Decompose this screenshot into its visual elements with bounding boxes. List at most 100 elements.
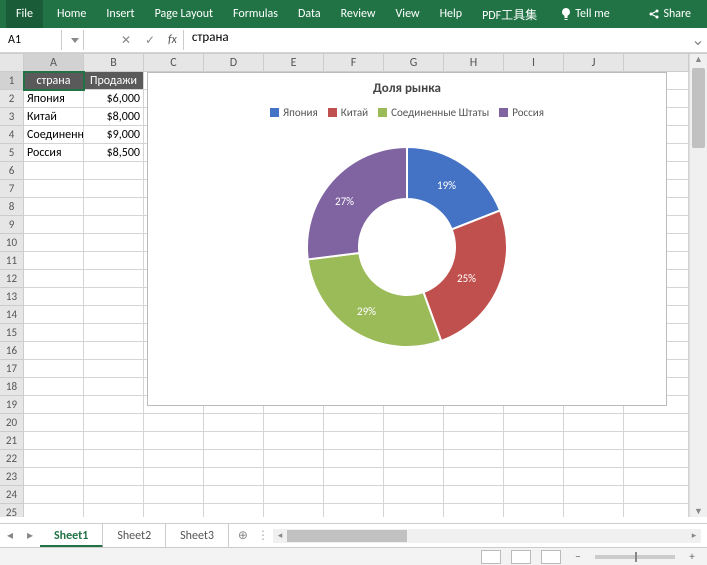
cell[interactable]	[84, 180, 144, 198]
scroll-thumb[interactable]	[287, 530, 407, 542]
cell[interactable]	[144, 450, 204, 468]
name-box-dropdown[interactable]	[66, 30, 84, 50]
cell[interactable]	[84, 504, 144, 517]
cell[interactable]	[504, 414, 564, 432]
cell[interactable]	[324, 450, 384, 468]
formula-input[interactable]: страна	[183, 30, 689, 50]
zoom-in-button[interactable]: +	[685, 550, 699, 563]
cell[interactable]	[384, 504, 444, 517]
cell[interactable]	[564, 414, 624, 432]
cell[interactable]: $9,000	[84, 126, 144, 144]
column-header[interactable]: B	[84, 54, 144, 72]
cell[interactable]	[84, 378, 144, 396]
cell[interactable]	[24, 180, 84, 198]
insert-tab[interactable]: Insert	[96, 0, 144, 28]
cell[interactable]	[84, 306, 144, 324]
sheet-nav-next[interactable]: ▸	[20, 528, 40, 543]
share-button[interactable]: Share	[635, 0, 701, 28]
sheet-tab-1[interactable]: Sheet1	[40, 524, 103, 548]
cell[interactable]	[84, 216, 144, 234]
cell[interactable]	[204, 414, 264, 432]
cell[interactable]	[324, 504, 384, 517]
cell[interactable]	[24, 378, 84, 396]
cell[interactable]	[444, 468, 504, 486]
cell[interactable]	[24, 450, 84, 468]
tab-split-handle[interactable]: ⋮	[257, 528, 267, 543]
view-tab[interactable]: View	[386, 0, 430, 28]
row-header[interactable]: 20	[0, 414, 24, 432]
home-tab[interactable]: Home	[47, 0, 96, 28]
row-header[interactable]: 25	[0, 504, 24, 517]
cell[interactable]	[24, 216, 84, 234]
column-header[interactable]: D	[204, 54, 264, 72]
row-header[interactable]: 22	[0, 450, 24, 468]
row-header[interactable]: 18	[0, 378, 24, 396]
scroll-up-icon[interactable]: ▲	[690, 54, 707, 65]
cell[interactable]	[24, 198, 84, 216]
cell[interactable]	[264, 486, 324, 504]
cell[interactable]: страна	[24, 72, 84, 90]
cell[interactable]	[144, 468, 204, 486]
cell[interactable]	[84, 324, 144, 342]
horizontal-scrollbar[interactable]: ◂ ▸	[273, 529, 701, 543]
zoom-slider[interactable]	[595, 555, 675, 559]
row-header[interactable]: 14	[0, 306, 24, 324]
cell[interactable]	[84, 252, 144, 270]
tellme-button[interactable]: Tell me	[547, 0, 620, 28]
cell[interactable]	[324, 414, 384, 432]
cell[interactable]	[24, 432, 84, 450]
cell[interactable]	[84, 162, 144, 180]
sheet-nav-prev[interactable]: ◂	[0, 528, 20, 543]
cell[interactable]	[144, 486, 204, 504]
cell[interactable]	[504, 486, 564, 504]
column-header[interactable]: J	[564, 54, 624, 72]
row-header[interactable]: 7	[0, 180, 24, 198]
cell[interactable]	[24, 234, 84, 252]
row-header[interactable]: 21	[0, 432, 24, 450]
row-header[interactable]: 10	[0, 234, 24, 252]
row-header[interactable]: 13	[0, 288, 24, 306]
row-header[interactable]: 11	[0, 252, 24, 270]
scroll-thumb[interactable]	[692, 68, 705, 148]
pdf-tools-tab[interactable]: PDF工具集	[472, 0, 547, 28]
formula-bar-expand[interactable]: ⌄	[689, 30, 707, 50]
row-header[interactable]: 15	[0, 324, 24, 342]
cell[interactable]	[204, 432, 264, 450]
cell[interactable]	[444, 432, 504, 450]
cell[interactable]	[564, 504, 624, 517]
page-break-view-button[interactable]	[541, 550, 561, 564]
cell[interactable]	[84, 360, 144, 378]
name-box[interactable]: A1	[2, 30, 62, 50]
cell[interactable]	[24, 162, 84, 180]
cell[interactable]	[144, 414, 204, 432]
cell[interactable]	[24, 306, 84, 324]
cell[interactable]	[444, 486, 504, 504]
cell[interactable]	[84, 342, 144, 360]
vertical-scrollbar[interactable]: ▲ ▼	[689, 54, 707, 517]
enter-formula-button[interactable]: ✓	[138, 33, 162, 48]
scroll-left-icon[interactable]: ◂	[273, 529, 287, 543]
cell[interactable]	[84, 234, 144, 252]
cell[interactable]: Соединенные Штаты	[24, 126, 84, 144]
cell[interactable]: $6,000	[84, 90, 144, 108]
row-header[interactable]: 19	[0, 396, 24, 414]
cell[interactable]	[24, 252, 84, 270]
cell[interactable]	[504, 504, 564, 517]
row-header[interactable]: 8	[0, 198, 24, 216]
cell[interactable]	[24, 396, 84, 414]
cell[interactable]	[264, 414, 324, 432]
cell[interactable]	[204, 504, 264, 517]
cell[interactable]	[564, 450, 624, 468]
cell[interactable]	[24, 342, 84, 360]
zoom-out-button[interactable]: −	[571, 550, 585, 563]
cell[interactable]	[384, 432, 444, 450]
cell[interactable]	[24, 360, 84, 378]
cell[interactable]	[504, 450, 564, 468]
row-header[interactable]: 24	[0, 486, 24, 504]
cell[interactable]	[324, 432, 384, 450]
row-header[interactable]: 1	[0, 72, 24, 90]
row-header[interactable]: 17	[0, 360, 24, 378]
cell[interactable]	[504, 432, 564, 450]
formulas-tab[interactable]: Formulas	[223, 0, 288, 28]
cell[interactable]	[84, 414, 144, 432]
